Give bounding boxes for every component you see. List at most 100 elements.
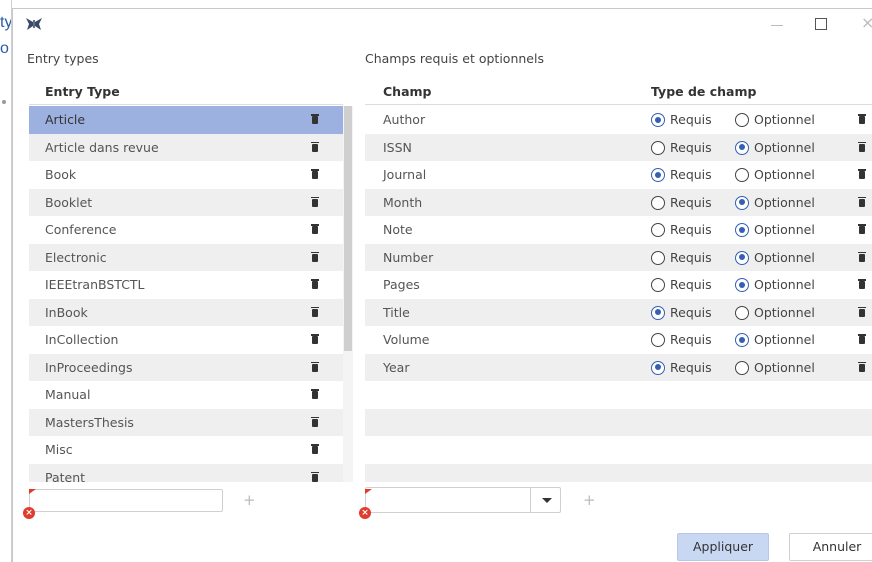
- delete-icon[interactable]: [858, 141, 866, 152]
- delete-icon[interactable]: [311, 224, 319, 234]
- required-radio[interactable]: [651, 278, 665, 292]
- required-label[interactable]: Requis: [670, 354, 712, 382]
- optional-radio[interactable]: [735, 195, 749, 210]
- entry-type-row[interactable]: InCollection: [29, 326, 343, 354]
- field-row: Volume Requis Optionnel: [365, 326, 872, 354]
- required-radio[interactable]: [651, 113, 665, 127]
- entry-type-row[interactable]: InProceedings: [29, 353, 343, 381]
- optional-radio[interactable]: [735, 333, 749, 347]
- entry-type-row[interactable]: Manual: [29, 381, 343, 409]
- required-radio[interactable]: [651, 195, 665, 210]
- entry-type-label: Book: [45, 167, 77, 182]
- entry-type-row[interactable]: Misc: [29, 436, 343, 464]
- delete-icon[interactable]: [858, 306, 866, 317]
- close-icon[interactable]: ×: [861, 13, 872, 32]
- optional-radio[interactable]: [735, 113, 749, 127]
- delete-icon[interactable]: [858, 334, 866, 344]
- delete-icon[interactable]: [311, 196, 319, 207]
- required-radio[interactable]: [651, 305, 665, 320]
- required-label[interactable]: Requis: [670, 161, 712, 189]
- entry-type-row[interactable]: Electronic: [29, 243, 343, 271]
- field-column-header[interactable]: Champ: [383, 84, 431, 99]
- scrollbar-thumb[interactable]: [344, 106, 352, 351]
- required-radio[interactable]: [651, 140, 665, 155]
- optional-radio[interactable]: [735, 250, 749, 265]
- optional-radio[interactable]: [735, 305, 749, 320]
- delete-icon[interactable]: [858, 224, 866, 234]
- required-radio[interactable]: [651, 223, 665, 237]
- delete-icon[interactable]: [311, 306, 319, 317]
- entry-type-label: MastersThesis: [45, 414, 134, 430]
- delete-icon[interactable]: [311, 141, 319, 152]
- entry-type-row[interactable]: InBook: [29, 298, 343, 326]
- entry-type-label: Manual: [45, 387, 91, 402]
- delete-icon[interactable]: [311, 416, 319, 427]
- delete-icon[interactable]: [858, 196, 866, 207]
- chevron-down-icon[interactable]: [542, 498, 552, 503]
- required-label[interactable]: Requis: [670, 299, 712, 327]
- add-entry-type-button[interactable]: +: [243, 491, 256, 509]
- required-label[interactable]: Requis: [670, 326, 712, 354]
- delete-icon[interactable]: [311, 114, 319, 124]
- delete-icon[interactable]: [311, 361, 319, 372]
- new-entry-type-input[interactable]: [29, 489, 223, 512]
- delete-icon[interactable]: [858, 251, 866, 262]
- delete-icon[interactable]: [858, 169, 866, 179]
- required-radio[interactable]: [651, 168, 665, 182]
- optional-label[interactable]: Optionnel: [754, 326, 815, 354]
- optional-label[interactable]: Optionnel: [754, 244, 815, 272]
- entry-type-column-header[interactable]: Entry Type: [45, 84, 120, 99]
- minimize-icon[interactable]: [771, 25, 783, 26]
- new-field-combobox[interactable]: [365, 487, 561, 513]
- entry-type-row[interactable]: Article: [29, 106, 343, 134]
- optional-label[interactable]: Optionnel: [754, 271, 815, 299]
- field-row: Number Requis Optionnel: [365, 243, 872, 272]
- entry-type-row[interactable]: Patent: [29, 463, 343, 482]
- add-field-button[interactable]: +: [583, 491, 596, 509]
- required-radio[interactable]: [651, 360, 665, 375]
- required-radio[interactable]: [651, 333, 665, 347]
- maximize-icon[interactable]: [815, 18, 827, 30]
- entry-type-row[interactable]: MastersThesis: [29, 408, 343, 436]
- optional-label[interactable]: Optionnel: [754, 134, 815, 162]
- delete-icon[interactable]: [311, 444, 319, 454]
- optional-radio[interactable]: [735, 278, 749, 292]
- optional-radio[interactable]: [735, 140, 749, 155]
- cancel-button[interactable]: Annuler: [789, 533, 872, 561]
- empty-row: [365, 381, 872, 409]
- delete-icon[interactable]: [311, 279, 319, 289]
- entry-type-row[interactable]: Booklet: [29, 188, 343, 216]
- field-type-column-header[interactable]: Type de champ: [651, 84, 756, 99]
- optional-label[interactable]: Optionnel: [754, 106, 815, 134]
- optional-radio[interactable]: [735, 223, 749, 237]
- required-label[interactable]: Requis: [670, 134, 712, 162]
- delete-icon[interactable]: [311, 334, 319, 344]
- optional-label[interactable]: Optionnel: [754, 354, 815, 382]
- entry-type-row[interactable]: Conference: [29, 216, 343, 244]
- required-label[interactable]: Requis: [670, 244, 712, 272]
- delete-icon[interactable]: [311, 389, 319, 399]
- field-row: Month Requis Optionnel: [365, 188, 872, 217]
- delete-icon[interactable]: [311, 251, 319, 262]
- optional-label[interactable]: Optionnel: [754, 299, 815, 327]
- entry-type-row[interactable]: Book: [29, 161, 343, 189]
- optional-radio[interactable]: [735, 360, 749, 375]
- entry-type-row[interactable]: IEEEtranBSTCTL: [29, 271, 343, 299]
- delete-icon[interactable]: [311, 169, 319, 179]
- required-label[interactable]: Requis: [670, 106, 712, 134]
- required-label[interactable]: Requis: [670, 271, 712, 299]
- entry-type-scrollbar[interactable]: [343, 106, 353, 482]
- delete-icon[interactable]: [311, 471, 319, 482]
- required-radio[interactable]: [651, 250, 665, 265]
- delete-icon[interactable]: [858, 361, 866, 372]
- entry-type-row[interactable]: Article dans revue: [29, 133, 343, 161]
- optional-radio[interactable]: [735, 168, 749, 182]
- required-label[interactable]: Requis: [670, 189, 712, 217]
- delete-icon[interactable]: [858, 114, 866, 124]
- optional-label[interactable]: Optionnel: [754, 189, 815, 217]
- optional-label[interactable]: Optionnel: [754, 161, 815, 189]
- optional-label[interactable]: Optionnel: [754, 216, 815, 244]
- required-label[interactable]: Requis: [670, 216, 712, 244]
- delete-icon[interactable]: [858, 279, 866, 289]
- apply-button[interactable]: Appliquer: [677, 533, 769, 561]
